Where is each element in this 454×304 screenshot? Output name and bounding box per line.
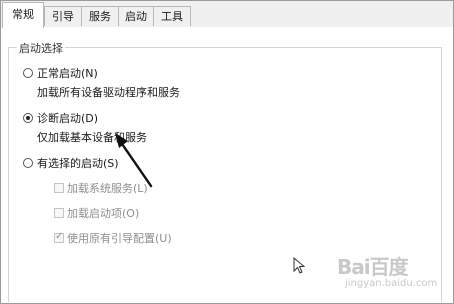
baidu-watermark: Bai百度 jingyan.baidu.com xyxy=(337,251,447,299)
annotation-arrow-icon xyxy=(115,133,153,188)
use-original-boot-config-label[interactable]: 使用原有引导配置(U) xyxy=(67,230,172,246)
tab-startup[interactable]: 启动 xyxy=(118,6,154,26)
diagnostic-startup-label[interactable]: 诊断启动(D) xyxy=(37,110,98,126)
watermark-brand: Bai百度 xyxy=(337,255,409,279)
tab-services[interactable]: 服务 xyxy=(81,6,119,26)
load-system-services-checkbox[interactable] xyxy=(54,183,64,193)
selective-startup-label[interactable]: 有选择的启动(S) xyxy=(37,155,119,171)
load-startup-items-checkbox[interactable] xyxy=(54,208,64,218)
diagnostic-startup-radio[interactable] xyxy=(23,113,33,123)
mouse-pointer-icon xyxy=(293,257,305,274)
normal-startup-label[interactable]: 正常启动(N) xyxy=(37,65,98,81)
normal-startup-radio[interactable] xyxy=(23,68,33,78)
load-startup-items-label[interactable]: 加载启动项(O) xyxy=(67,205,139,221)
tab-boot[interactable]: 引导 xyxy=(44,6,82,26)
group-title: 启动选择 xyxy=(17,40,65,56)
tab-general[interactable]: 常规 xyxy=(2,2,44,28)
tab-bar: 常规 引导 服务 启动 工具 xyxy=(1,1,453,28)
use-original-boot-config-checkbox[interactable] xyxy=(54,231,64,243)
selective-startup-radio[interactable] xyxy=(23,158,33,168)
watermark-url: jingyan.baidu.com xyxy=(345,278,438,289)
tab-tools[interactable]: 工具 xyxy=(153,6,191,26)
system-configuration-window: 常规 引导 服务 启动 工具 启动选择 正常启动(N) 加载所有设备驱动程序和服… xyxy=(0,0,454,304)
normal-startup-description: 加载所有设备驱动程序和服务 xyxy=(37,86,180,99)
